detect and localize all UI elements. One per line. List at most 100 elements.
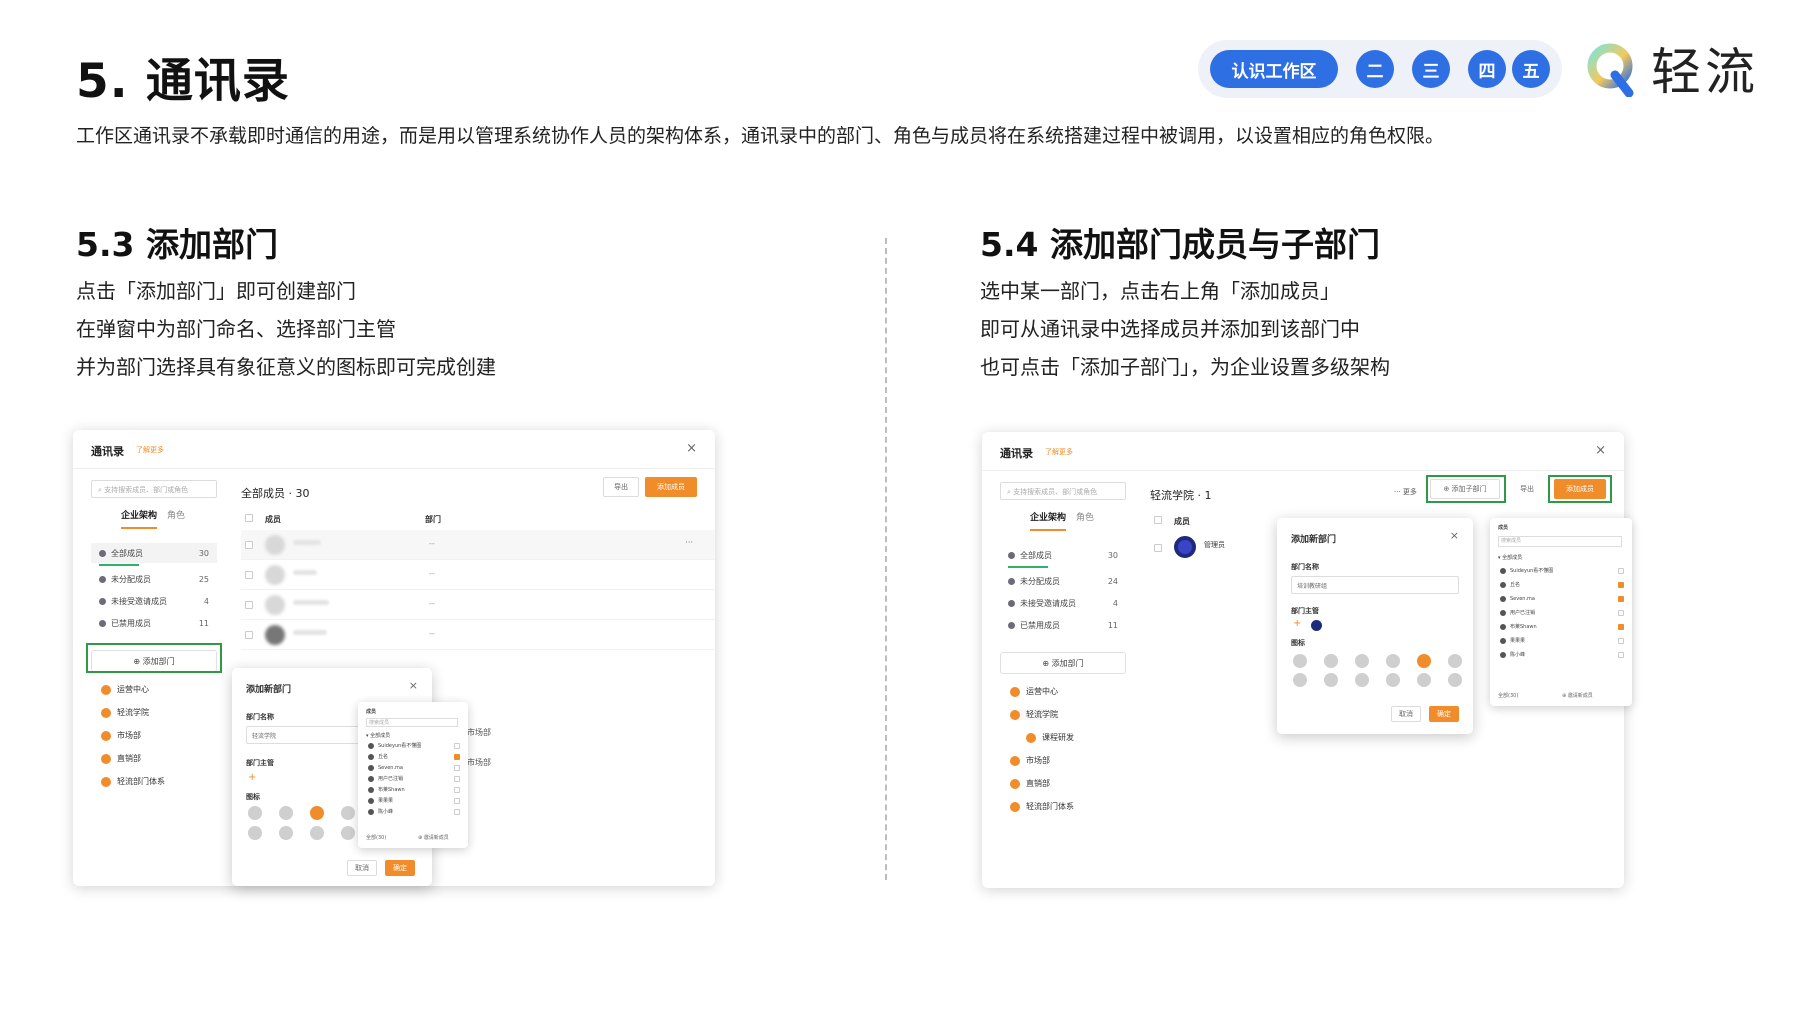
picker-row[interactable]: 陈小峰 [1500,650,1624,659]
picker-row[interactable]: 用户已注销 [1500,608,1624,617]
dept-item[interactable]: 直销部 [101,753,141,764]
table-row[interactable]: -- [241,590,715,620]
dept-icon-option[interactable] [1293,654,1307,668]
picker-row[interactable]: Seven.ma [368,763,460,772]
stat-all-members[interactable]: 全部成员 30 [1000,545,1126,568]
picker-row[interactable]: Suideyun看不懂图 [1500,566,1624,575]
dept-icon-option[interactable] [1355,654,1369,668]
row-checkbox[interactable] [1618,581,1624,588]
dept-icon-option[interactable] [1386,654,1400,668]
export-button[interactable]: 导出 [1512,479,1542,499]
nav-section-2[interactable]: 二 [1356,50,1394,88]
stat-disabled[interactable]: 已禁用成员 11 [91,613,217,633]
dept-icon-option[interactable] [248,826,262,840]
stat-pending-invite[interactable]: 未接受邀请成员 4 [91,591,217,611]
dept-item[interactable]: 直销部 [1010,778,1050,789]
picker-search-input[interactable]: 搜索成员 [1498,536,1622,547]
close-icon[interactable]: × [1450,529,1459,542]
stat-pending-invite[interactable]: 未接受邀请成员 4 [1000,593,1126,613]
row-checkbox[interactable] [245,541,253,549]
dept-icon-option[interactable] [341,826,355,840]
confirm-button[interactable]: 确定 [385,860,415,876]
dept-item[interactable]: 轻流部门体系 [1010,801,1074,812]
row-checkbox[interactable] [454,775,460,782]
row-checkbox[interactable] [454,808,460,815]
department-name-input[interactable]: 轻流学院 [246,726,366,744]
row-checkbox[interactable] [454,786,460,793]
search-input[interactable]: ⌕ 支持搜索成员、部门或角色 [1000,482,1126,500]
dept-icon-option[interactable] [1448,673,1462,687]
picker-row[interactable]: 丘名 [1500,580,1624,589]
stat-disabled[interactable]: 已禁用成员 11 [1000,615,1126,635]
nav-current-section[interactable]: 认识工作区 [1210,50,1338,88]
row-checkbox[interactable] [245,631,253,639]
dept-item-selected[interactable]: 轻流学院 [1010,709,1058,720]
tab-org-structure[interactable]: 企业架构 [121,508,158,529]
dept-item[interactable]: 运营中心 [101,684,149,695]
invite-member-link[interactable]: ⊕ 邀请新成员 [418,834,449,841]
dept-icon-option[interactable] [279,806,293,820]
learn-more-link[interactable]: 了解更多 [136,445,164,455]
picker-row[interactable]: 陈小峰 [368,807,460,816]
close-icon[interactable]: × [1595,443,1606,458]
cancel-button[interactable]: 取消 [347,860,377,876]
dept-item[interactable]: 市场部 [1010,755,1050,766]
dept-item-child[interactable]: 课程研发 [1026,732,1074,743]
nav-section-4[interactable]: 四 [1468,50,1506,88]
dept-item[interactable]: 轻流部门体系 [101,776,165,787]
dept-icon-option[interactable] [1386,673,1400,687]
stat-all-members[interactable]: 全部成员 30 [91,543,217,566]
dept-item[interactable]: 轻流学院 [101,707,149,718]
dept-icon-option[interactable] [279,826,293,840]
picker-row[interactable]: 丘名 [368,752,460,761]
picker-row[interactable]: 果果果 [1500,636,1624,645]
cancel-button[interactable]: 取消 [1391,706,1421,722]
row-checkbox[interactable] [1618,651,1624,658]
stat-unassigned[interactable]: 未分配成员 24 [1000,571,1126,591]
confirm-button[interactable]: 确定 [1429,706,1459,722]
dept-icon-option[interactable] [310,826,324,840]
row-checkbox[interactable] [454,797,460,804]
dept-icon-option[interactable] [341,806,355,820]
close-icon[interactable]: × [409,679,418,692]
dept-item[interactable]: 运营中心 [1010,686,1058,697]
row-checkbox[interactable] [1618,595,1624,602]
invite-member-link[interactable]: ⊕ 邀请新成员 [1562,692,1593,699]
picker-row[interactable]: 用户已注销 [368,774,460,783]
select-all-checkbox[interactable] [245,514,253,522]
dept-icon-option[interactable] [248,806,262,820]
tab-org-structure[interactable]: 企业架构 [1030,510,1067,531]
dept-icon-option[interactable] [1324,654,1338,668]
row-more-icon[interactable]: ··· [685,538,693,547]
stat-unassigned[interactable]: 未分配成员 25 [91,569,217,589]
dept-icon-option[interactable] [1448,654,1462,668]
close-icon[interactable]: × [686,441,697,456]
row-checkbox[interactable] [245,601,253,609]
department-name-input[interactable]: 培训教研组 [1291,576,1459,594]
dept-icon-option[interactable] [1417,654,1431,668]
export-button[interactable]: 导出 [603,477,639,497]
row-checkbox[interactable] [1618,609,1624,616]
add-member-button[interactable]: 添加成员 [645,477,697,497]
dept-icon-option[interactable] [1417,673,1431,687]
search-input[interactable]: ⌕ 支持搜索成员、部门或角色 [91,480,217,498]
nav-section-5[interactable]: 五 [1512,50,1550,88]
table-row[interactable]: -- [241,560,715,590]
add-head-icon[interactable]: + [1293,618,1301,629]
learn-more-link[interactable]: 了解更多 [1045,447,1073,457]
tab-roles[interactable]: 角色 [167,508,185,529]
picker-row[interactable]: Seven.ma [1500,594,1624,603]
dept-icon-option[interactable] [310,806,324,820]
row-checkbox[interactable] [454,764,460,771]
dept-icon-option[interactable] [1293,673,1307,687]
table-row[interactable]: -- ··· [241,530,715,560]
row-checkbox[interactable] [1154,544,1162,552]
row-checkbox[interactable] [1618,567,1624,574]
row-checkbox[interactable] [245,571,253,579]
picker-row[interactable]: 布莱Shawn [368,785,460,794]
dept-icon-option[interactable] [1324,673,1338,687]
table-row[interactable]: -- [241,620,715,650]
tab-roles[interactable]: 角色 [1076,510,1094,531]
select-all-checkbox[interactable] [1154,516,1162,524]
row-checkbox[interactable] [454,753,460,760]
